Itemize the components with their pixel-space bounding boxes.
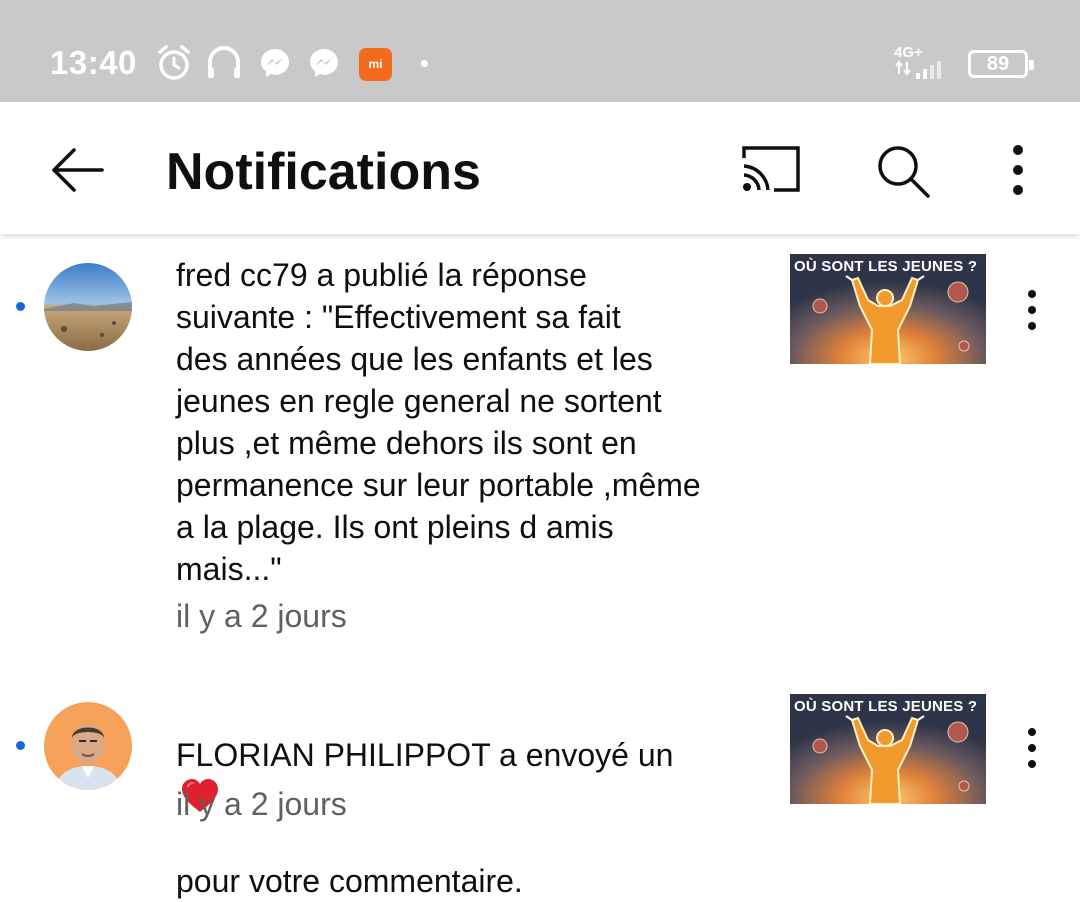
notification-time: il y a 2 jours: [176, 598, 347, 634]
battery-indicator: 89: [968, 50, 1034, 78]
messenger-icon: [261, 49, 289, 77]
avatar[interactable]: [44, 263, 132, 351]
video-thumbnail[interactable]: OÙ SONT LES JEUNES ?: [790, 694, 986, 804]
search-icon[interactable]: [874, 142, 932, 200]
avatar[interactable]: [44, 702, 132, 790]
more-notifications-dot: [421, 60, 428, 67]
notification-text-part: pour votre commentaire.: [176, 863, 523, 899]
video-thumbnail[interactable]: OÙ SONT LES JEUNES ?: [790, 254, 986, 364]
notification-item[interactable]: fred cc79 a publié la réponse suivante :…: [0, 234, 1080, 664]
messenger-icon: [310, 49, 338, 77]
notification-time: il y a 2 jours: [176, 786, 347, 822]
headphones-icon: [208, 46, 240, 78]
unread-indicator: [16, 741, 25, 750]
page-title: Notifications: [166, 143, 481, 201]
mi-app-icon: mi: [359, 48, 392, 81]
network-type: 4G+: [894, 44, 923, 61]
app-bar: Notifications: [0, 102, 1080, 234]
back-arrow-icon[interactable]: [50, 142, 106, 198]
more-vert-icon[interactable]: [1014, 726, 1050, 770]
notification-item[interactable]: FLORIAN PHILIPPOT a envoyé un pour votre…: [0, 672, 1080, 899]
thumbnail-title: OÙ SONT LES JEUNES ?: [794, 258, 978, 275]
more-vert-icon[interactable]: [1000, 142, 1036, 198]
cast-icon[interactable]: [740, 144, 802, 196]
signal-icon: [895, 60, 941, 79]
more-vert-icon[interactable]: [1014, 288, 1050, 332]
alarm-icon: [158, 45, 190, 80]
thumbnail-title: OÙ SONT LES JEUNES ?: [794, 698, 978, 715]
unread-indicator: [16, 302, 25, 311]
status-time: 13:40: [50, 44, 137, 81]
notification-text-part: FLORIAN PHILIPPOT a envoyé un: [176, 737, 674, 773]
notification-text: fred cc79 a publié la réponse suivante :…: [176, 257, 701, 587]
status-bar: 13:40 mi 4G+ 89: [0, 0, 1080, 102]
